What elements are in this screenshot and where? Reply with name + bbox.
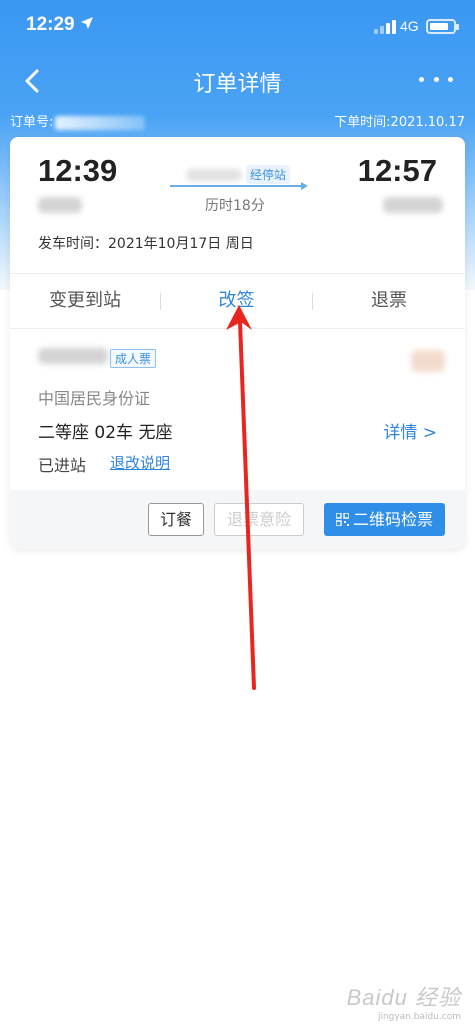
seat-info: 二等座 02车 无座 <box>38 423 173 443</box>
trip-duration: 历时18分 <box>205 198 265 214</box>
train-info: 经停站 <box>170 165 310 193</box>
network-type: 4G <box>400 18 419 34</box>
order-number-label: 订单号: <box>10 115 54 130</box>
passenger-avatar-redacted <box>411 350 445 372</box>
qr-check-in-button[interactable]: 二维码检票 <box>324 503 445 536</box>
card-footer: 订餐 退票意险 二维码检票 <box>10 490 465 549</box>
ticket-status: 已进站 <box>38 456 87 475</box>
watermark-url: jingyan.baidu.com <box>377 1012 461 1022</box>
order-number: 订单号: <box>10 111 146 130</box>
ticket-actions: 变更到站 改签 退票 <box>10 274 465 328</box>
stops-button[interactable]: 经停站 <box>246 165 291 184</box>
page-title: 订单详情 <box>193 72 282 97</box>
route-arrow <box>170 182 308 190</box>
qr-code-icon <box>335 513 349 526</box>
watermark-logo: Baidu 经验 <box>346 985 461 1010</box>
qr-check-in-label: 二维码检票 <box>352 510 433 529</box>
status-time: 12:29 <box>26 14 75 35</box>
passenger-name-redacted <box>38 348 108 364</box>
battery-icon <box>426 19 459 34</box>
reschedule-button[interactable]: 改签 <box>161 274 312 328</box>
arrival-station-redacted <box>383 197 443 213</box>
status-bar: 12:29 4G <box>0 0 475 54</box>
order-time: 下单时间:2021.10.17 <box>334 115 465 130</box>
more-options-icon[interactable] <box>419 64 453 94</box>
departure-station-redacted <box>38 197 82 213</box>
train-number-redacted <box>186 169 242 181</box>
order-info-row: 订单号: 下单时间:2021.10.17 <box>10 111 465 131</box>
ticket-type-badge: 成人票 <box>110 349 157 368</box>
refund-button[interactable]: 退票 <box>313 274 465 328</box>
details-link[interactable]: 详情 > <box>383 418 437 443</box>
departure-time: 12:39 <box>38 153 118 188</box>
navigation-bar: 订单详情 <box>0 56 475 106</box>
signal-icon <box>374 20 398 34</box>
arrival-time: 12:57 <box>357 153 437 188</box>
baidu-watermark: Baidu 经验 jingyan.baidu.com <box>347 980 461 1022</box>
order-number-redacted <box>55 115 146 130</box>
refund-policy-link[interactable]: 退改说明 <box>110 452 170 473</box>
location-arrow-icon <box>81 17 93 29</box>
change-destination-button[interactable]: 变更到站 <box>10 274 160 328</box>
refund-insurance-button[interactable]: 退票意险 <box>214 503 304 536</box>
id-type: 中国居民身份证 <box>38 389 151 408</box>
ticket-card: 12:39 经停站 历时18分 12:57 发车时间：2021年10月17日 周… <box>10 137 465 549</box>
order-meal-button[interactable]: 订餐 <box>148 503 204 536</box>
departure-date: 发车时间：2021年10月17日 周日 <box>38 236 254 252</box>
